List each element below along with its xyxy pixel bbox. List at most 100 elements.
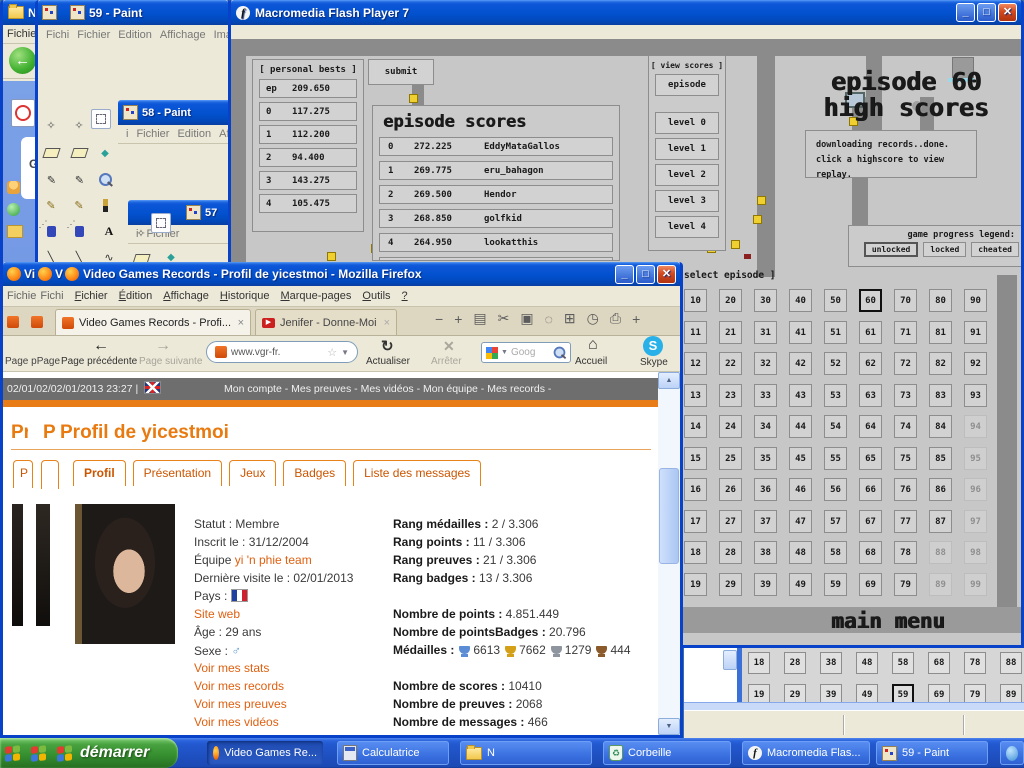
taskbar-button-calculatrice[interactable]: Calculatrice [337, 741, 449, 765]
pencil-tool-icon[interactable]: ✎ [41, 196, 61, 214]
back-icon[interactable]: ← [93, 337, 109, 355]
episode-28-button[interactable]: 28 [719, 541, 742, 564]
menu-historique[interactable]: Historique [220, 290, 270, 302]
mag-tool-icon[interactable] [95, 170, 115, 188]
menu-fichi[interactable]: Fichi [46, 29, 69, 41]
taskbar-button-video-games-re-[interactable]: Video Games Re... [207, 741, 323, 765]
episode-55-button[interactable]: 55 [824, 447, 847, 470]
rect-tool-icon[interactable] [151, 214, 171, 232]
skype-icon[interactable]: S [643, 336, 663, 356]
search-icon[interactable] [554, 347, 566, 359]
episode-53-button[interactable]: 53 [824, 384, 847, 407]
episode-16-button[interactable]: 16 [684, 478, 707, 501]
free-tool-icon[interactable]: ✧ [131, 224, 151, 242]
back-button[interactable]: ← [9, 47, 36, 74]
paint58-titlebar[interactable]: 58 - Paint [118, 100, 231, 125]
episode-99-button[interactable]: 99 [964, 573, 987, 596]
episode-62-button[interactable]: 62 [859, 352, 882, 375]
episode-63-button[interactable]: 63 [859, 384, 882, 407]
episode-77-button[interactable]: 77 [894, 510, 917, 533]
episode-26-button[interactable]: 26 [719, 478, 742, 501]
minimize-button[interactable]: _ [615, 265, 634, 284]
episode-79-button[interactable]: 79 [894, 573, 917, 596]
episode-29-button[interactable]: 29 [719, 573, 742, 596]
episode-27-button[interactable]: 27 [719, 510, 742, 533]
dropper-tool-icon[interactable]: ✐ [69, 170, 89, 188]
episode-42-button[interactable]: 42 [789, 352, 812, 375]
episode-34-button[interactable]: 34 [754, 415, 777, 438]
small-folder-icon[interactable] [7, 225, 23, 238]
scroll-up-icon[interactable]: ▲ [658, 372, 680, 389]
episode-51-button[interactable]: 51 [824, 321, 847, 344]
menu-fichier[interactable]: Fichier [75, 290, 108, 302]
episode-69-button[interactable]: 69 [859, 573, 882, 596]
menu-i[interactable]: i [126, 128, 128, 140]
episode-68-button[interactable]: 68 [859, 541, 882, 564]
episode-31-button[interactable]: 31 [754, 321, 777, 344]
site-topmenu[interactable]: Mon compte - Mes preuves - Mes vidéos - … [224, 383, 551, 395]
free-tool-icon[interactable]: ✧ [69, 116, 89, 134]
search-dropdown-icon[interactable]: ▼ [501, 349, 508, 356]
scrollbar-thumb[interactable] [659, 468, 679, 564]
view-scores-episode-button[interactable]: episode [655, 74, 719, 96]
globe-icon[interactable] [7, 203, 20, 216]
firefox-titlebar[interactable]: Vi V Video Games Records - Profil de yic… [3, 262, 680, 286]
url-dropdown-icon[interactable]: ▼ [341, 348, 349, 357]
scroll-down-icon[interactable]: ▼ [658, 718, 680, 735]
search-placeholder[interactable]: Goog [511, 347, 550, 358]
episode-73-button[interactable]: 73 [894, 384, 917, 407]
episode-59-button[interactable]: 59 [824, 573, 847, 596]
episode-88-button[interactable]: 88 [929, 541, 952, 564]
tab-active[interactable]: Video Games Records - Profi... × [55, 309, 251, 335]
spray-tool-icon[interactable] [41, 222, 61, 240]
episode-score-row[interactable]: 2269.500Hendor [379, 185, 613, 204]
minus-icon[interactable]: − [435, 311, 443, 327]
dropper-tool-icon[interactable]: ✐ [41, 170, 61, 188]
episode-58-button[interactable]: 58 [824, 541, 847, 564]
episode-81-button[interactable]: 81 [929, 321, 952, 344]
episode-35-button[interactable]: 35 [754, 447, 777, 470]
skype-label[interactable]: Skype [640, 357, 668, 368]
episode-74-button[interactable]: 74 [894, 415, 917, 438]
episode-30-button[interactable]: 30 [754, 289, 777, 312]
print-icon[interactable]: ⎙ [610, 310, 621, 327]
episode-14-button[interactable]: 14 [684, 415, 707, 438]
main-menu-button[interactable]: main menu [831, 609, 945, 633]
url-bar[interactable]: www.vgr-fr. ☆ ▼ [206, 341, 358, 363]
taskbar-button-corbeille[interactable]: ♻Corbeille [603, 741, 731, 765]
episode-52-button[interactable]: 52 [824, 352, 847, 375]
episode-32-button[interactable]: 32 [754, 352, 777, 375]
flash-titlebar[interactable]: f Macromedia Flash Player 7 _ □ ✕ [231, 0, 1021, 25]
episode-85-button[interactable]: 85 [929, 447, 952, 470]
tab-close-icon[interactable]: × [384, 317, 390, 329]
taskbar-button-macromedia-flas-[interactable]: fMacromedia Flas... [742, 741, 870, 765]
episode-60-button[interactable]: 60 [859, 289, 882, 312]
episode-49-button[interactable]: 49 [789, 573, 812, 596]
tab-close-icon[interactable]: × [238, 317, 244, 329]
new-tab-icon[interactable]: + [632, 311, 640, 327]
episode-61-button[interactable]: 61 [859, 321, 882, 344]
tab-présentation[interactable]: Présentation [133, 460, 222, 486]
plus-icon[interactable]: + [454, 311, 462, 327]
fill-tool-icon[interactable]: ◆ [95, 144, 115, 162]
maximize-button[interactable]: □ [636, 265, 655, 284]
episode-score-row[interactable]: 4264.950lookatthis [379, 233, 613, 252]
pencil-tool-icon[interactable]: ✎ [69, 196, 89, 214]
view-scores-level-3-button[interactable]: level 3 [655, 190, 719, 212]
episode-37-button[interactable]: 37 [754, 510, 777, 533]
forward-icon[interactable]: → [155, 337, 171, 355]
view-scores-level-0-button[interactable]: level 0 [655, 112, 719, 134]
episode-score-row[interactable]: 0272.225EddyMataGallos [379, 137, 613, 156]
background-scrollbar[interactable] [723, 650, 737, 670]
refresh-label[interactable]: Actualiser [366, 356, 410, 367]
episode-78-button[interactable]: 78 [894, 541, 917, 564]
close-button[interactable]: ✕ [657, 265, 676, 284]
episode-65-button[interactable]: 65 [859, 447, 882, 470]
episode-83-button[interactable]: 83 [929, 384, 952, 407]
menu--dition[interactable]: Édition [119, 290, 153, 302]
episode-97-button[interactable]: 97 [964, 510, 987, 533]
episode-70-button[interactable]: 70 [894, 289, 917, 312]
episode-19-button[interactable]: 19 [684, 573, 707, 596]
home-label[interactable]: Accueil [575, 356, 607, 367]
episode-33-button[interactable]: 33 [754, 384, 777, 407]
